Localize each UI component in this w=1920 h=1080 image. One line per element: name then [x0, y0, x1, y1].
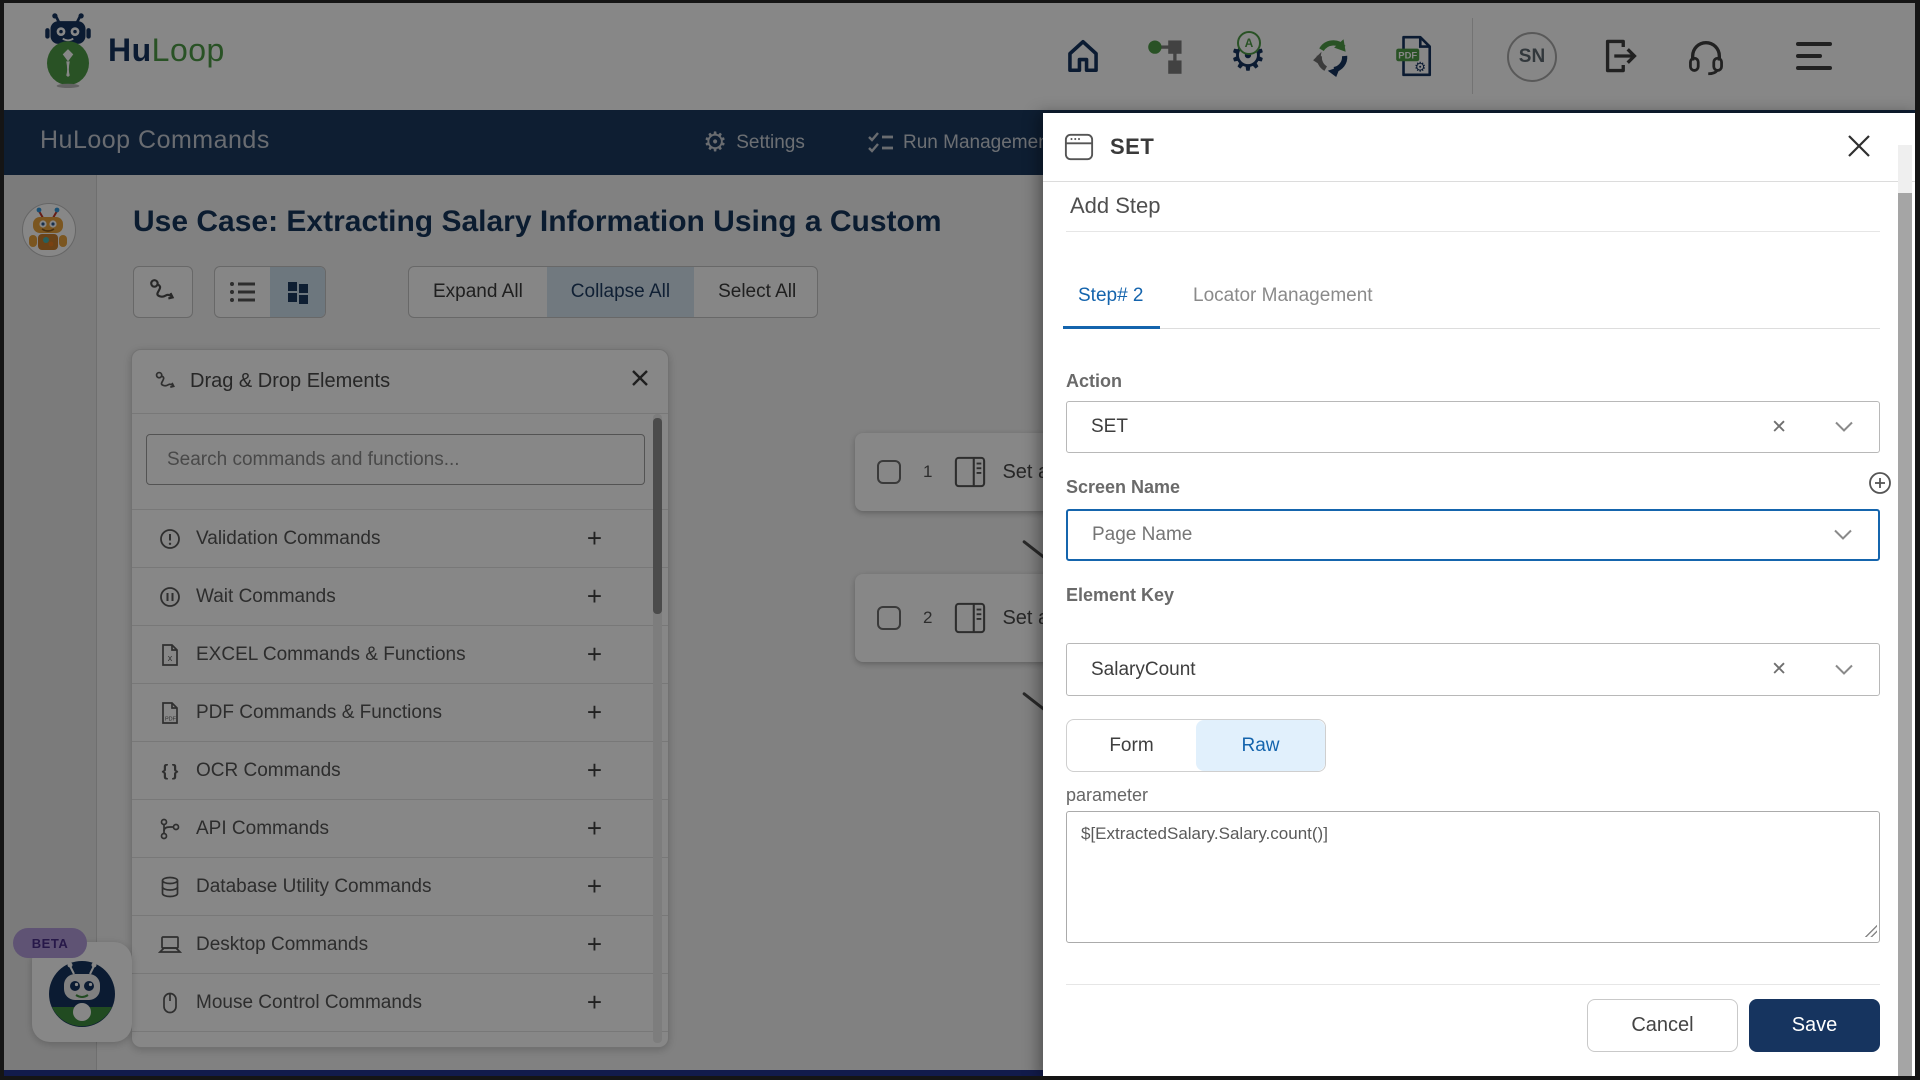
close-icon[interactable]	[1846, 133, 1872, 159]
window-icon	[1064, 132, 1094, 162]
set-step-drawer: SET Add Step Step# 2 Locator Management …	[1043, 113, 1920, 1080]
action-label: Action	[1066, 371, 1122, 391]
clear-icon[interactable]: ✕	[1771, 416, 1787, 439]
window-border	[0, 0, 4, 1080]
raw-toggle-button[interactable]: Raw	[1196, 720, 1325, 771]
chevron-down-icon[interactable]	[1835, 421, 1853, 433]
element-key-value: SalaryCount	[1091, 658, 1196, 680]
screen-name-value: Page Name	[1092, 524, 1193, 545]
action-select[interactable]: SET ✕	[1066, 401, 1880, 453]
action-value: SET	[1091, 416, 1128, 437]
element-key-label: Element Key	[1066, 585, 1175, 605]
divider	[1066, 231, 1880, 232]
tab-locator-management[interactable]: Locator Management	[1193, 285, 1373, 307]
form-toggle-button[interactable]: Form	[1067, 720, 1196, 771]
textarea-resize-handle[interactable]	[1865, 925, 1877, 937]
drawer-title: SET	[1110, 134, 1155, 159]
drawer-scrollbar-thumb[interactable]	[1898, 193, 1912, 1080]
chevron-down-icon[interactable]	[1835, 664, 1853, 675]
window-border	[0, 1076, 1920, 1080]
element-key-select[interactable]: SalaryCount ✕	[1066, 643, 1880, 696]
tabs-hairline	[1063, 328, 1880, 329]
parameter-textarea[interactable]: $[ExtractedSalary.Salary.count()]	[1066, 811, 1880, 943]
footer-divider	[1066, 984, 1880, 985]
save-button[interactable]: Save	[1749, 999, 1880, 1052]
drawer-header: SET	[1043, 113, 1920, 182]
screen-name-select[interactable]: Page Name	[1066, 509, 1880, 561]
window-border	[1915, 0, 1920, 1080]
add-screen-icon[interactable]	[1868, 471, 1892, 495]
window-border	[0, 0, 1920, 3]
drawer-tabs: Step# 2 Locator Management	[1043, 273, 1920, 329]
tab-step[interactable]: Step# 2	[1078, 285, 1144, 307]
chevron-down-icon[interactable]	[1834, 529, 1852, 541]
cancel-button[interactable]: Cancel	[1587, 999, 1738, 1052]
screen-name-label: Screen Name	[1066, 477, 1181, 497]
app-window: HuLoop ⚙ A PDF ⚙ SN HuLoop Commands ⚙ Se…	[0, 0, 1920, 1080]
active-tab-underline	[1063, 326, 1160, 329]
add-step-heading: Add Step	[1070, 193, 1161, 218]
form-raw-toggle: Form Raw	[1066, 719, 1326, 772]
parameter-label: parameter	[1066, 785, 1149, 805]
clear-icon[interactable]: ✕	[1771, 658, 1787, 681]
